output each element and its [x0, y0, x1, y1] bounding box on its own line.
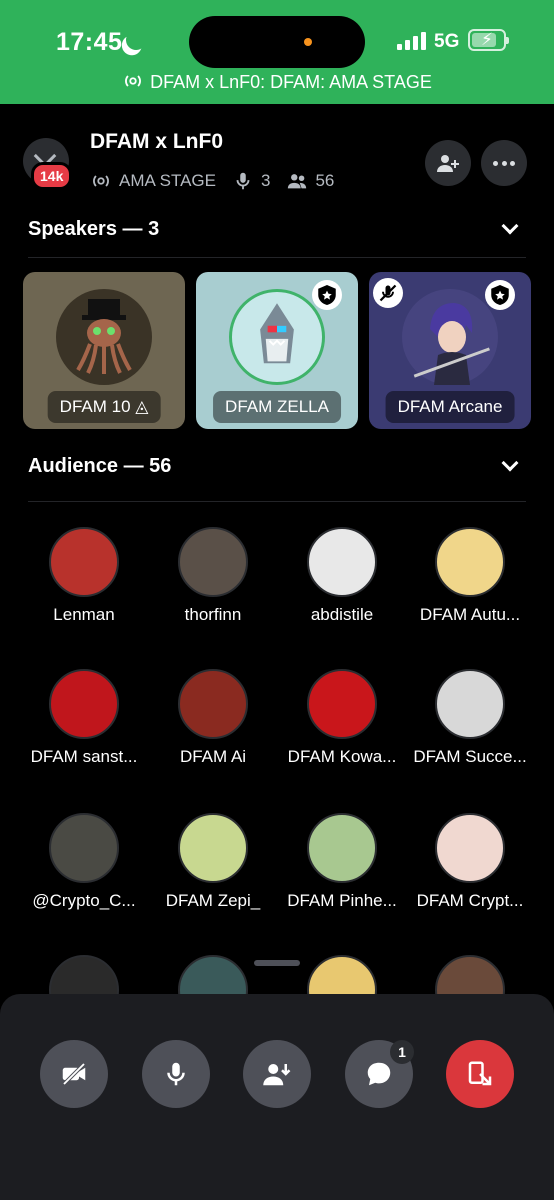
microphone-button[interactable] — [142, 1040, 210, 1108]
audience-name: DFAM Succe... — [413, 747, 527, 766]
audience-member[interactable]: DFAM Pinhe... — [272, 813, 412, 923]
avatar — [49, 527, 119, 597]
audience-section-header[interactable]: Audience — 56 — [28, 449, 526, 489]
audience-name: Lenman — [53, 605, 115, 624]
octopus-icon — [76, 299, 132, 374]
muted-badge — [373, 278, 403, 308]
audience-member[interactable]: DFAM Zepi_ — [143, 813, 283, 923]
leave-icon — [468, 1061, 492, 1086]
audience-name: DFAM Ai — [179, 747, 247, 766]
audience-member[interactable]: DFAM sanst... — [14, 669, 154, 779]
add-user-icon — [437, 155, 459, 172]
speaker-name: DFAM Arcane — [385, 391, 515, 423]
audience-member[interactable]: thorfinn — [143, 527, 283, 637]
avatar — [178, 669, 248, 739]
indicator-dot — [304, 38, 312, 46]
audience-member[interactable]: @Crypto_C... — [14, 813, 154, 923]
network-label: 5G — [434, 31, 460, 52]
audience-name: thorfinn — [184, 605, 242, 624]
speaker-card-arcane[interactable]: DFAM Arcane — [369, 272, 531, 429]
shield-star-icon — [318, 285, 336, 305]
audience-name: @Crypto_C... — [32, 891, 136, 910]
audience-name: DFAM Kowa... — [287, 747, 397, 766]
chat-bubble-icon — [367, 1062, 391, 1086]
signal-icon — [397, 32, 427, 50]
audience-name: DFAM Crypt... — [416, 891, 524, 910]
avatar — [435, 527, 505, 597]
chevron-down-icon — [501, 217, 519, 235]
audience-name: DFAM Autu... — [419, 605, 521, 624]
avatar — [49, 813, 119, 883]
listener-count: 56 — [315, 171, 335, 190]
audience-name: DFAM sanst... — [30, 747, 138, 766]
unread-badge: 14k — [31, 162, 73, 190]
stage-info: AMA STAGE 3 56 — [90, 170, 334, 192]
speaker-card-zella[interactable]: DFAM ZELLA — [196, 272, 358, 429]
octopus-avatar — [56, 289, 152, 385]
audience-name: abdistile — [310, 605, 374, 624]
stage-banner-text: DFAM x LnF0: DFAM: AMA STAGE — [150, 72, 432, 92]
avatar — [49, 669, 119, 739]
drag-handle[interactable] — [254, 960, 300, 966]
audience-name: DFAM Zepi_ — [165, 891, 261, 910]
video-off-icon — [62, 1062, 86, 1086]
avatar — [435, 813, 505, 883]
user-arrow-icon — [263, 1064, 291, 1086]
anime-avatar — [402, 289, 498, 385]
shield-star-icon — [491, 285, 509, 305]
audience-member[interactable]: DFAM Autu... — [400, 527, 540, 637]
moderator-badge — [312, 280, 342, 310]
leave-stage-button[interactable] — [446, 1040, 514, 1108]
camera-toggle-button[interactable] — [40, 1040, 108, 1108]
audience-member[interactable]: DFAM Kowa... — [272, 669, 412, 779]
moon-icon — [123, 27, 150, 54]
people-icon — [288, 174, 307, 189]
stage-header: DFAM x LnF0 AMA STAGE 3 56 — [0, 104, 554, 200]
status-bar: 17:45 5G ⚡ DFAM x LnF0: DFAM: AMA STAGE — [0, 0, 554, 104]
stage-name: AMA STAGE — [119, 171, 216, 190]
microphone-icon — [236, 172, 250, 190]
audience-member[interactable]: DFAM Crypt... — [400, 813, 540, 923]
avatar — [178, 813, 248, 883]
stage-icon — [93, 175, 109, 187]
speaker-card-dfam10[interactable]: DFAM 10 ◬ — [23, 272, 185, 429]
battery-icon: ⚡ — [468, 29, 509, 51]
avatar — [307, 527, 377, 597]
avatar — [435, 669, 505, 739]
audience-member[interactable]: DFAM Succe... — [400, 669, 540, 779]
shark-avatar — [229, 289, 325, 385]
audience-member[interactable]: Lenman — [14, 527, 154, 637]
microphone-icon — [167, 1062, 185, 1086]
speaker-name: DFAM ZELLA — [213, 391, 341, 423]
audience-member[interactable]: DFAM Ai — [143, 669, 283, 779]
speaker-count: 3 — [261, 171, 271, 190]
stage-icon — [125, 75, 142, 87]
clock: 17:45 — [56, 28, 123, 56]
avatar — [178, 527, 248, 597]
moderator-badge — [485, 280, 515, 310]
avatar — [307, 669, 377, 739]
more-options-button[interactable] — [481, 140, 527, 186]
page-title: DFAM x LnF0 — [90, 130, 224, 153]
anime-character-icon — [413, 303, 490, 385]
shark-icon — [260, 303, 294, 364]
avatar — [307, 813, 377, 883]
divider — [28, 501, 526, 502]
audience-member[interactable]: abdistile — [272, 527, 412, 637]
stage-banner[interactable]: DFAM x LnF0: DFAM: AMA STAGE — [0, 70, 554, 93]
chevron-down-icon — [501, 454, 519, 472]
control-bar — [0, 994, 554, 1200]
dynamic-island — [189, 16, 365, 68]
invite-to-speak-button[interactable] — [243, 1040, 311, 1108]
speakers-section-header[interactable]: Speakers — 3 — [28, 212, 526, 252]
chat-badge: 1 — [390, 1040, 414, 1064]
ellipsis-icon — [493, 161, 515, 166]
speakers-title: Speakers — 3 — [28, 218, 160, 240]
invite-button[interactable] — [425, 140, 471, 186]
speaker-name: DFAM 10 ◬ — [47, 391, 161, 423]
audience-title: Audience — 56 — [28, 455, 172, 477]
mic-off-icon — [379, 284, 397, 302]
divider — [28, 257, 526, 258]
audience-name: DFAM Pinhe... — [287, 891, 397, 910]
